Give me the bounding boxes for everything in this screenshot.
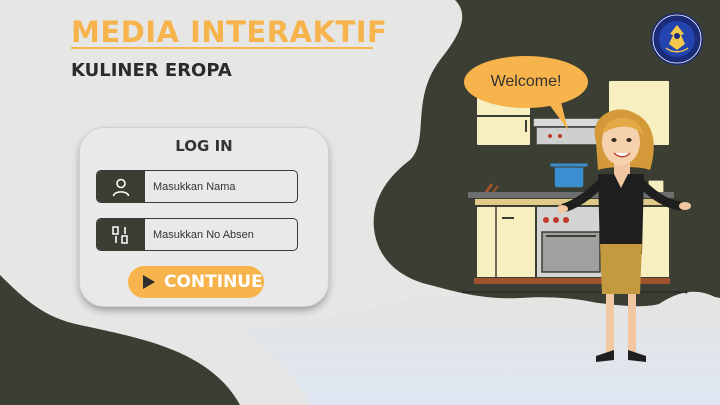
continue-button[interactable]: CONTINUE	[128, 266, 264, 298]
title-underline	[71, 47, 373, 49]
absen-input[interactable]	[149, 219, 289, 250]
number-icon	[97, 219, 145, 250]
name-input[interactable]	[149, 171, 289, 202]
login-title: LOG IN	[175, 137, 233, 155]
play-icon	[143, 275, 155, 289]
continue-label: CONTINUE	[164, 272, 263, 292]
login-card: LOG IN Masukkan Nama Masukkan No Absen C…	[80, 128, 328, 306]
teacher-character	[558, 109, 691, 362]
page-subtitle: KULINER EROPA	[71, 60, 232, 81]
school-logo	[651, 13, 703, 65]
absen-field[interactable]	[96, 218, 298, 251]
welcome-text: Welcome!	[490, 73, 562, 90]
page-title: MEDIA INTERAKTIF	[71, 15, 388, 49]
login-screen: MEDIA INTERAKTIF KULINER EROPA LOG IN Ma…	[0, 0, 720, 405]
user-icon	[97, 171, 145, 202]
welcome-bubble: Welcome!	[464, 56, 588, 130]
name-field[interactable]	[96, 170, 298, 203]
